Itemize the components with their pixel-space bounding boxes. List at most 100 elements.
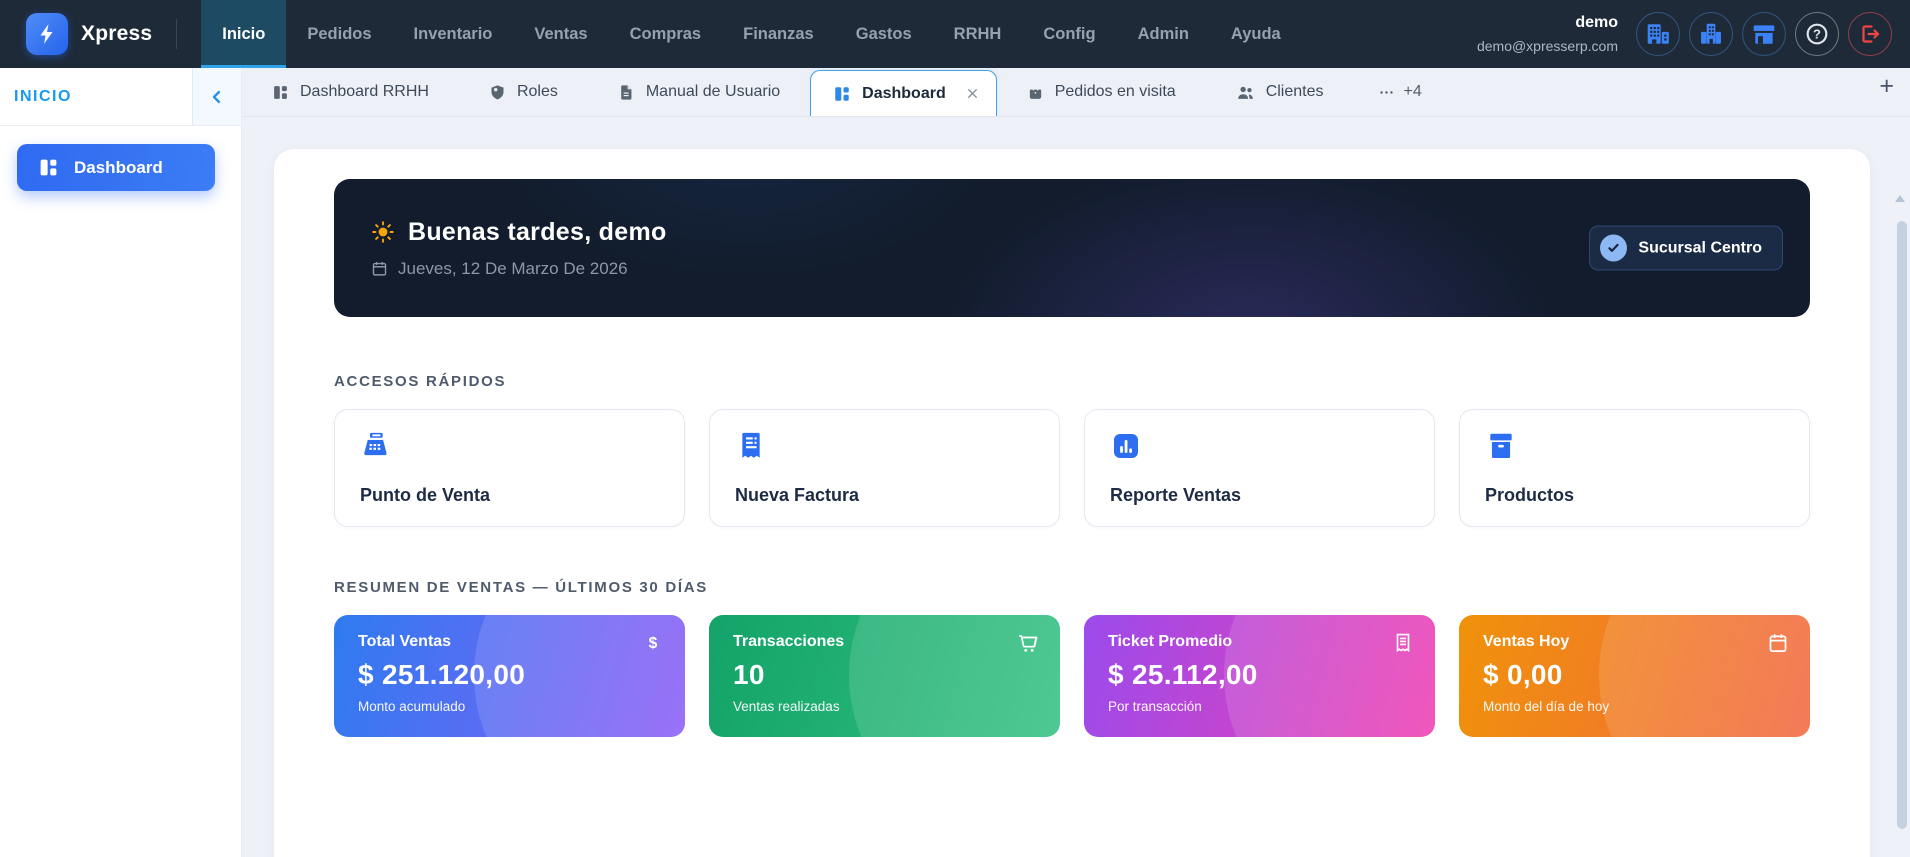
top-bar: Xpress Inicio Pedidos Inventario Ventas …	[0, 0, 1910, 68]
tab-roles[interactable]: Roles	[459, 68, 588, 117]
tab-dashboard-rrhh[interactable]: Dashboard RRHH	[242, 68, 459, 117]
nav-item-pedidos[interactable]: Pedidos	[286, 0, 392, 68]
scrollbar-thumb[interactable]	[1897, 221, 1907, 829]
stat-subtext: Monto acumulado	[358, 699, 466, 714]
nav-item-ayuda[interactable]: Ayuda	[1210, 0, 1302, 68]
logout-button[interactable]	[1848, 12, 1892, 56]
sidebar-section-label: INICIO	[14, 87, 72, 105]
organization-button[interactable]	[1689, 12, 1733, 56]
greeting-text: Buenas tardes, demo	[408, 217, 667, 246]
tab-manual-de-usuario[interactable]: Manual de Usuario	[588, 68, 810, 117]
bag-icon	[1027, 84, 1044, 101]
dollar-icon: $	[642, 632, 664, 654]
nav-item-inventario[interactable]: Inventario	[393, 0, 514, 68]
nav-item-ventas[interactable]: Ventas	[513, 0, 608, 68]
nav-item-inicio[interactable]: Inicio	[201, 0, 287, 68]
date-text: Jueves, 12 De Marzo De 2026	[398, 258, 628, 278]
sidebar-collapse-button[interactable]	[192, 68, 241, 125]
quick-card-label: Punto de Venta	[360, 485, 491, 505]
quick-card-productos[interactable]: Productos	[1459, 409, 1810, 527]
tab-pedidos-en-visita[interactable]: Pedidos en visita	[997, 68, 1206, 117]
dashboard-icon	[38, 157, 59, 178]
calendar-icon	[1767, 632, 1789, 654]
calendar-icon	[371, 260, 388, 277]
lightning-icon	[35, 22, 59, 46]
sidebar-header: INICIO	[0, 68, 241, 126]
quick-card-label: Reporte Ventas	[1110, 485, 1242, 505]
nav-item-compras[interactable]: Compras	[609, 0, 723, 68]
tab-overflow[interactable]: +4	[1354, 83, 1446, 101]
quick-card-reporte-ventas[interactable]: Reporte Ventas	[1084, 409, 1435, 527]
document-icon	[618, 84, 635, 101]
cart-icon	[1017, 632, 1039, 654]
nav-item-admin[interactable]: Admin	[1117, 0, 1210, 68]
quick-access-title: ACCESOS RÁPIDOS	[334, 373, 507, 390]
stat-card-ticket-promedio: Ticket Promedio $ 25.112,00 Por transacc…	[1084, 615, 1435, 737]
people-icon	[1236, 83, 1255, 102]
chevron-left-icon	[208, 88, 226, 106]
stat-value: $ 251.120,00	[358, 659, 526, 690]
sidebar: INICIO Dashboard	[0, 68, 242, 857]
divider	[176, 19, 178, 49]
check-circle-icon	[1600, 234, 1628, 262]
dashboard-panel: Buenas tardes, demo Jueves, 12 De Marzo …	[274, 149, 1870, 857]
stat-value: $ 25.112,00	[1108, 659, 1258, 690]
organization-icon	[1698, 21, 1724, 47]
topbar-right: demo demo@xpresserp.com ?	[1477, 0, 1910, 68]
tab-bar: Dashboard RRHH Roles Manual de Usuario D…	[242, 68, 1910, 117]
add-tab-button[interactable]: +	[1879, 74, 1894, 99]
tab-label: Roles	[516, 83, 558, 100]
sidebar-item-label: Dashboard	[74, 157, 163, 177]
sales-summary-title: RESUMEN DE VENTAS — ÚLTIMOS 30 DÍAS	[334, 579, 708, 596]
help-button[interactable]: ?	[1795, 12, 1839, 56]
more-tabs-icon	[1378, 84, 1395, 101]
scrollbar-up-arrow[interactable]	[1895, 195, 1905, 202]
quick-card-label: Nueva Factura	[735, 485, 860, 505]
nav-item-gastos[interactable]: Gastos	[835, 0, 933, 68]
sidebar-item-dashboard[interactable]: Dashboard	[17, 144, 215, 191]
sun-icon	[371, 220, 395, 244]
brand[interactable]: Xpress	[0, 0, 172, 68]
stat-card-ventas-hoy: Ventas Hoy $ 0,00 Monto del día de hoy	[1459, 615, 1810, 737]
stat-subtext: Ventas realizadas	[733, 699, 840, 714]
stat-label: Ventas Hoy	[1483, 633, 1570, 650]
branch-name: Sucursal Centro	[1638, 239, 1762, 256]
dashboard-icon	[272, 84, 289, 101]
quick-card-punto-de-venta[interactable]: Punto de Venta	[334, 409, 685, 527]
nav-item-finanzas[interactable]: Finanzas	[722, 0, 835, 68]
stat-label: Transacciones	[733, 633, 845, 650]
company-building-button[interactable]	[1636, 12, 1680, 56]
store-icon	[1751, 21, 1777, 47]
tab-label: Manual de Usuario	[645, 83, 781, 100]
svg-text:?: ?	[1813, 27, 1821, 42]
nav-item-config[interactable]: Config	[1022, 0, 1116, 68]
cash-register-icon	[360, 430, 659, 462]
tab-label: Pedidos en visita	[1054, 83, 1176, 100]
company-building-icon	[1645, 21, 1671, 47]
tab-clientes[interactable]: Clientes	[1206, 68, 1354, 117]
branch-selector-button[interactable]: Sucursal Centro	[1589, 225, 1783, 271]
tab-overflow-count: +4	[1403, 83, 1422, 100]
bar-chart-icon	[1110, 430, 1409, 462]
products-box-icon	[1485, 430, 1784, 462]
nav-item-rrhh[interactable]: RRHH	[933, 0, 1023, 68]
stat-label: Total Ventas	[358, 633, 452, 650]
help-icon: ?	[1804, 21, 1830, 47]
stat-value: 10	[733, 659, 765, 690]
main-nav: Inicio Pedidos Inventario Ventas Compras…	[201, 0, 1302, 68]
welcome-banner: Buenas tardes, demo Jueves, 12 De Marzo …	[334, 179, 1810, 317]
stat-card-total-ventas: Total Ventas $ 251.120,00 Monto acumulad…	[334, 615, 685, 737]
quick-card-label: Productos	[1485, 485, 1575, 505]
logout-icon	[1858, 22, 1882, 46]
user-name: demo	[1575, 14, 1618, 31]
stat-subtext: Monto del día de hoy	[1483, 699, 1610, 714]
quick-card-nueva-factura[interactable]: Nueva Factura	[709, 409, 1060, 527]
stat-value: $ 0,00	[1483, 659, 1563, 690]
close-icon[interactable]	[965, 86, 980, 101]
shield-icon	[489, 84, 506, 101]
tab-dashboard-active[interactable]: Dashboard	[810, 70, 997, 116]
store-button[interactable]	[1742, 12, 1786, 56]
stat-label: Ticket Promedio	[1108, 633, 1233, 650]
invoice-icon	[735, 430, 1034, 462]
stat-card-transacciones: Transacciones 10 Ventas realizadas	[709, 615, 1060, 737]
